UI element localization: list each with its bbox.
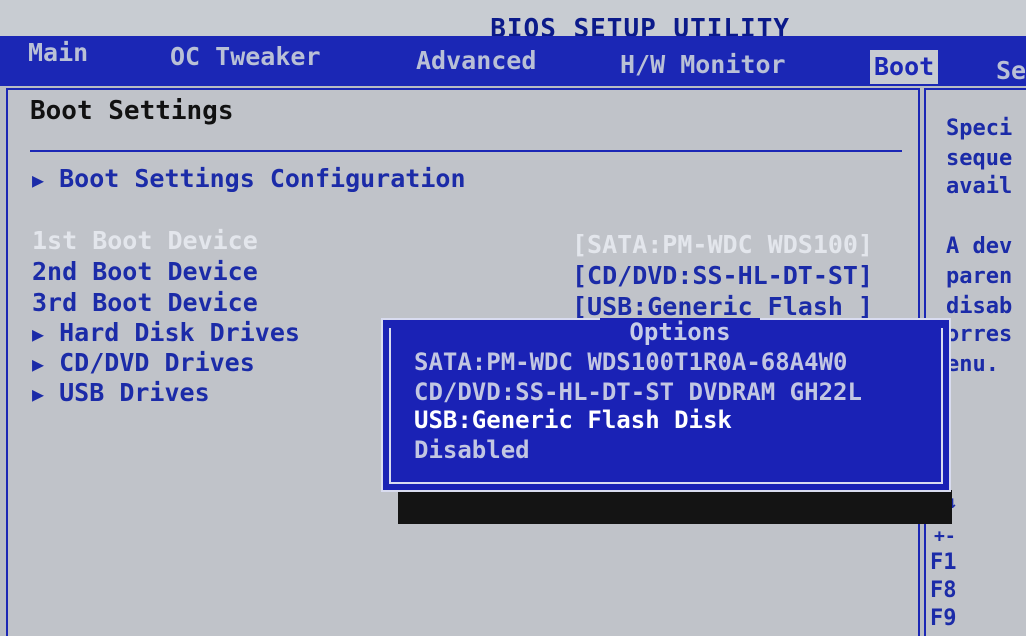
f9-key: F9 [930, 606, 957, 631]
tab-advanced[interactable]: Advanced [416, 46, 536, 75]
boot-device-3-value[interactable]: [USB:Generic Flash ] [572, 292, 873, 321]
option-disabled[interactable]: Disabled [414, 436, 530, 464]
triangle-right-icon: ▶ [32, 322, 45, 346]
submenu-label: CD/DVD Drives [59, 348, 255, 377]
divider [30, 150, 902, 152]
tab-oc-tweaker[interactable]: OC Tweaker [170, 42, 321, 71]
help-text-line: avail [946, 174, 1013, 199]
help-text-line: disab [946, 294, 1013, 319]
boot-device-1-label[interactable]: 1st Boot Device [32, 226, 258, 255]
triangle-right-icon: ▶ [32, 352, 45, 376]
tab-main[interactable]: Main [28, 38, 88, 67]
tab-hw-monitor[interactable]: H/W Monitor [620, 50, 786, 79]
help-text-line: A dev [946, 234, 1013, 259]
section-title: Boot Settings [30, 96, 234, 126]
help-text-line: paren [946, 264, 1013, 289]
option-cd-dvd[interactable]: CD/DVD:SS-HL-DT-ST DVDRAM GH22L [414, 378, 862, 406]
tab-security[interactable]: Se [996, 56, 1026, 85]
submenu-label: USB Drives [59, 378, 210, 407]
tab-boot[interactable]: Boot [870, 50, 939, 84]
boot-device-3-label[interactable]: 3rd Boot Device [32, 288, 258, 317]
boot-device-2-label[interactable]: 2nd Boot Device [32, 257, 258, 286]
triangle-right-icon: ▶ [32, 382, 45, 406]
option-sata[interactable]: SATA:PM-WDC WDS100T1R0A-68A4W0 [414, 348, 847, 376]
option-usb[interactable]: USB:Generic Flash Disk [414, 406, 732, 434]
popup-shadow [398, 490, 952, 524]
boot-device-1-value[interactable]: [SATA:PM-WDC WDS100] [572, 230, 873, 259]
submenu-label: Hard Disk Drives [59, 318, 300, 347]
triangle-right-icon: ▶ [32, 168, 45, 192]
plus-minus-key: +- [934, 526, 956, 547]
help-text-line: orres [946, 322, 1013, 347]
popup-title: Options [600, 318, 760, 346]
submenu-usb-drives[interactable]: ▶ USB Drives [32, 378, 210, 407]
help-text-line: Speci [946, 116, 1013, 141]
submenu-cd-dvd-drives[interactable]: ▶ CD/DVD Drives [32, 348, 255, 377]
submenu-hard-disk-drives[interactable]: ▶ Hard Disk Drives [32, 318, 300, 347]
boot-device-2-value[interactable]: [CD/DVD:SS-HL-DT-ST] [572, 261, 873, 290]
help-text-line: enu. [946, 352, 999, 377]
f8-key: F8 [930, 578, 957, 603]
help-text-line: seque [946, 146, 1013, 171]
submenu-boot-settings-config[interactable]: ▶ Boot Settings Configuration [32, 164, 466, 193]
submenu-label: Boot Settings Configuration [59, 164, 466, 193]
f1-key: F1 [930, 550, 957, 575]
